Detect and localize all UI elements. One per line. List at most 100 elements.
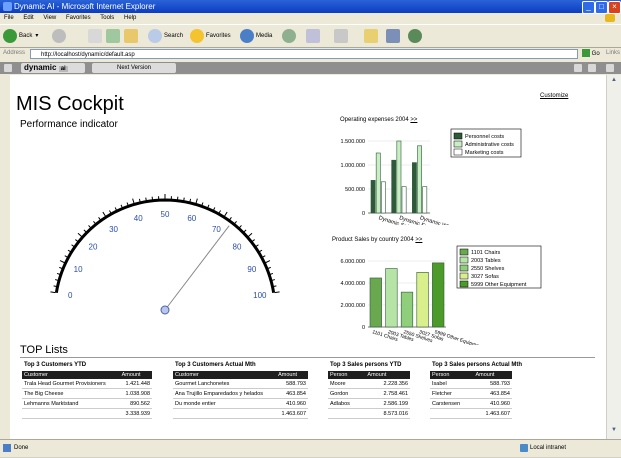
messenger-icon (408, 29, 422, 43)
name-cell: Moore (328, 379, 365, 389)
gauge-tick (270, 273, 273, 274)
address-label: Address (3, 50, 25, 56)
gauge-tick (121, 205, 122, 208)
top-customers-month-table: CustomerAmountGourmet Lanchonetes588.793… (173, 371, 308, 419)
chart2-legend-swatch (460, 249, 468, 255)
home-tab-icon[interactable] (574, 64, 582, 72)
col-header: Amount (365, 371, 410, 379)
mail-button[interactable] (306, 28, 322, 44)
gauge-tick (235, 221, 237, 223)
table-header-row: CustomerAmount (22, 371, 152, 379)
gauge-tick (239, 225, 241, 227)
history-button[interactable] (282, 28, 298, 44)
search-button[interactable]: Search (148, 28, 183, 44)
amount-cell: 2.228.356 (365, 379, 410, 389)
total-spacer (328, 409, 365, 419)
back-button[interactable]: Back▾ (3, 28, 38, 44)
gauge-tick (54, 286, 57, 287)
chart2-legend-swatch (460, 273, 468, 279)
gauge-tick (230, 217, 232, 219)
gauge-label: 0 (68, 291, 73, 300)
chart1-bar (381, 182, 385, 213)
tab-next-version[interactable]: Next Version (92, 63, 176, 73)
stop-icon (88, 29, 102, 43)
top-sales-ytd-table: PersonAmountMoore2.228.356Gordon2.758.46… (328, 371, 410, 419)
chart1-link[interactable]: >> (410, 117, 417, 123)
chart2-legend-swatch (460, 265, 468, 271)
print-button[interactable] (334, 28, 350, 44)
menu-help[interactable]: Help (124, 15, 136, 21)
messenger-button[interactable] (408, 28, 424, 44)
total-cell: 1.463.607 (473, 409, 512, 419)
gauge-tick (68, 250, 71, 252)
menu-favorites[interactable]: Favorites (66, 15, 91, 21)
top-lists-divider (20, 357, 595, 358)
chart1-ytick: 0 (362, 211, 365, 217)
menu-tools[interactable]: Tools (100, 15, 114, 21)
gauge-tick (224, 212, 227, 216)
stop-button[interactable] (88, 28, 104, 44)
go-button[interactable]: Go (582, 49, 604, 59)
scroll-down-icon[interactable]: ▼ (609, 427, 619, 435)
chart2-link[interactable]: >> (415, 237, 422, 243)
discuss-button[interactable] (386, 28, 402, 44)
gauge-label: 80 (233, 243, 242, 252)
amount-cell: 2.758.461 (365, 389, 410, 399)
vertical-scrollbar[interactable]: ▲ ▼ (606, 75, 621, 439)
star-icon (190, 29, 204, 43)
gauge-label: 100 (253, 291, 267, 300)
star-tab-icon[interactable] (4, 64, 12, 72)
address-bar: Address http://localhost/dynamic/default… (0, 47, 621, 61)
gauge-label: 30 (109, 225, 118, 234)
table-row: Gourmet Lanchonetes588.793 (173, 379, 308, 389)
name-cell: Gordon (328, 389, 365, 399)
total-cell: 8.573.016 (365, 409, 410, 419)
name-cell: Adlabos (328, 399, 365, 409)
links-button[interactable]: Links (606, 50, 620, 56)
total-row: 8.573.016 (328, 409, 410, 419)
total-row: 1.463.607 (430, 409, 512, 419)
tools-tab-icon[interactable] (606, 64, 614, 72)
address-input[interactable]: http://localhost/dynamic/default.asp (30, 49, 578, 59)
menu-view[interactable]: View (43, 15, 56, 21)
discuss-icon (386, 29, 400, 43)
edit-button[interactable] (364, 28, 380, 44)
chart1-bar (392, 160, 396, 213)
chart1-bar (402, 187, 406, 213)
gauge-tick (219, 210, 220, 213)
operating-expenses-chart: 0500.0001.000.0001.500.000Dynamic SalesD… (322, 125, 562, 225)
toolbar: Back▾ Search Favorites Media (0, 24, 621, 48)
print-icon (334, 29, 348, 43)
menu-file[interactable]: File (4, 15, 14, 21)
top-customers-ytd-table: CustomerAmountTrala Head Gourmet Provisi… (22, 371, 152, 419)
title-bar: Dynamic AI - Microsoft Internet Explorer… (0, 0, 621, 13)
chart2-legend-swatch (460, 281, 468, 287)
media-icon (240, 29, 254, 43)
name-cell: Carstensen (430, 399, 473, 409)
chart2-bar (432, 263, 444, 327)
gauge-tick (133, 199, 134, 204)
menu-edit[interactable]: Edit (23, 15, 33, 21)
gauge-tick (65, 256, 68, 257)
name-cell: Isabel (430, 379, 473, 389)
name-cell: Gourmet Lanchonetes (173, 379, 276, 389)
chart1-legend-label: Marketing costs (465, 150, 504, 156)
home-button[interactable] (124, 28, 140, 44)
amount-cell: 890.562 (120, 399, 152, 409)
browser-window: Dynamic AI - Microsoft Internet Explorer… (0, 0, 621, 457)
product-sales-chart: 02.000.0004.000.0006.000.0001101 Chairs2… (318, 245, 598, 345)
favorites-button[interactable]: Favorites (190, 28, 231, 44)
scroll-up-icon[interactable]: ▲ (609, 77, 619, 85)
refresh-button[interactable] (106, 28, 122, 44)
gauge-tick (109, 210, 110, 213)
gauge-tick (84, 230, 86, 232)
customize-link[interactable]: Customize (540, 93, 568, 99)
media-button[interactable]: Media (240, 28, 272, 44)
amount-cell: 588.793 (276, 379, 308, 389)
chart2-ytick: 4.000.000 (341, 281, 365, 287)
forward-button[interactable] (52, 28, 68, 44)
chart2-legend-label: 5999 Other Equipment (471, 282, 527, 288)
tab-dynamic[interactable]: dynamic ai (21, 63, 85, 73)
top-sales-month-table: PersonAmountIsabel588.793Fletcher463.854… (430, 371, 512, 419)
app-tab-icon[interactable] (588, 64, 596, 72)
